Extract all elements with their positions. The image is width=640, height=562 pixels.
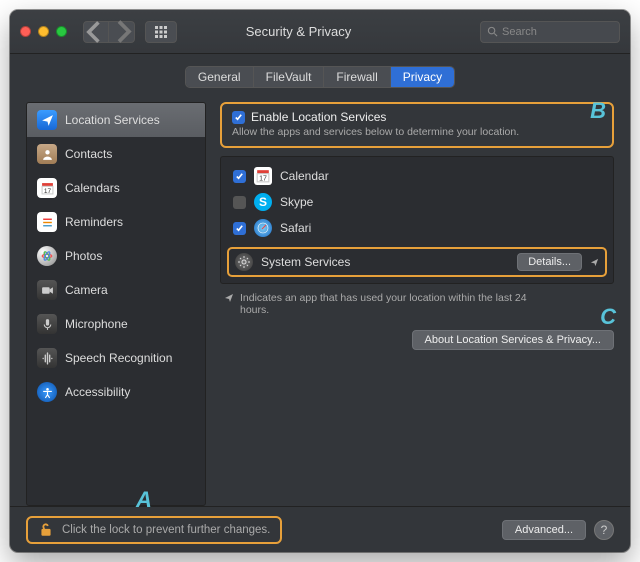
indicator-text: Indicates an app that has used your loca…	[240, 292, 540, 316]
tab-general[interactable]: General	[186, 67, 254, 87]
reminders-icon	[37, 212, 57, 232]
sidebar-item-contacts[interactable]: Contacts	[27, 137, 205, 171]
calendar-app-icon: 17	[254, 167, 272, 185]
tab-firewall[interactable]: Firewall	[324, 67, 390, 87]
sidebar-item-label: Contacts	[65, 147, 112, 161]
back-button[interactable]	[83, 21, 109, 43]
photos-icon	[37, 246, 57, 266]
sidebar-item-label: Speech Recognition	[65, 351, 172, 365]
calendar-icon: 17	[37, 178, 57, 198]
privacy-sidebar: Location Services Contacts 17 Calendars …	[26, 102, 206, 506]
lock-text: Click the lock to prevent further change…	[62, 524, 270, 536]
system-services-label: System Services	[261, 255, 509, 269]
help-button[interactable]: ?	[594, 520, 614, 540]
sidebar-item-location-services[interactable]: Location Services	[27, 103, 205, 137]
lock-icon[interactable]	[38, 522, 54, 538]
tabs: General FileVault Firewall Privacy	[10, 66, 630, 88]
contacts-icon	[37, 144, 57, 164]
speech-icon	[37, 348, 57, 368]
app-checkbox[interactable]	[233, 170, 246, 183]
minimize-window-button[interactable]	[38, 26, 49, 37]
sidebar-item-label: Microphone	[65, 317, 128, 331]
system-services-row: System Services Details...	[227, 247, 607, 277]
bottom-bar: Click the lock to prevent further change…	[10, 506, 630, 552]
sidebar-item-label: Location Services	[65, 113, 160, 127]
app-label: Safari	[280, 221, 311, 235]
close-window-button[interactable]	[20, 26, 31, 37]
search-icon	[487, 26, 498, 37]
app-row-skype: S Skype	[227, 191, 607, 213]
sidebar-item-calendars[interactable]: 17 Calendars	[27, 171, 205, 205]
about-location-button[interactable]: About Location Services & Privacy...	[412, 330, 615, 350]
preferences-window: Security & Privacy Search General FileVa…	[10, 10, 630, 552]
search-field[interactable]: Search	[480, 21, 620, 43]
sidebar-item-microphone[interactable]: Microphone	[27, 307, 205, 341]
safari-icon	[254, 219, 272, 237]
sidebar-item-label: Calendars	[65, 181, 120, 195]
app-label: Skype	[280, 195, 313, 209]
sidebar-item-accessibility[interactable]: Accessibility	[27, 375, 205, 409]
annotation-a: A	[136, 487, 152, 513]
sidebar-item-label: Camera	[65, 283, 108, 297]
annotation-b: B	[590, 98, 606, 124]
zoom-window-button[interactable]	[56, 26, 67, 37]
sidebar-item-label: Reminders	[65, 215, 123, 229]
enable-location-checkbox[interactable]	[232, 111, 245, 124]
sidebar-item-camera[interactable]: Camera	[27, 273, 205, 307]
detail-panel: Enable Location Services Allow the apps …	[220, 102, 614, 506]
app-row-safari: Safari	[227, 217, 607, 239]
location-arrow-icon	[37, 110, 57, 130]
enable-location-label: Enable Location Services	[251, 110, 386, 124]
skype-icon: S	[254, 193, 272, 211]
svg-text:17: 17	[259, 176, 267, 183]
app-checkbox[interactable]	[233, 196, 246, 209]
indicator-note: Indicates an app that has used your loca…	[220, 292, 614, 316]
svg-text:17: 17	[43, 187, 51, 194]
sidebar-item-speech-recognition[interactable]: Speech Recognition	[27, 341, 205, 375]
search-placeholder: Search	[502, 26, 537, 38]
advanced-button[interactable]: Advanced...	[502, 520, 586, 540]
sidebar-item-label: Accessibility	[65, 385, 130, 399]
window-controls	[20, 26, 67, 37]
sidebar-item-photos[interactable]: Photos	[27, 239, 205, 273]
location-indicator-icon	[224, 293, 234, 303]
microphone-icon	[37, 314, 57, 334]
annotation-c: C	[600, 304, 616, 330]
app-row-calendar: 17 Calendar	[227, 165, 607, 187]
lock-box: Click the lock to prevent further change…	[26, 516, 282, 544]
enable-location-box: Enable Location Services Allow the apps …	[220, 102, 614, 148]
location-indicator-icon	[590, 258, 599, 267]
tab-filevault[interactable]: FileVault	[254, 67, 325, 87]
app-checkbox[interactable]	[233, 222, 246, 235]
accessibility-icon	[37, 382, 57, 402]
details-button[interactable]: Details...	[517, 253, 582, 271]
titlebar: Security & Privacy Search	[10, 10, 630, 54]
app-list: 17 Calendar S Skype Safari System Servic…	[220, 156, 614, 284]
sidebar-item-reminders[interactable]: Reminders	[27, 205, 205, 239]
gear-icon	[235, 253, 253, 271]
window-title: Security & Privacy	[127, 24, 470, 39]
camera-icon	[37, 280, 57, 300]
app-label: Calendar	[280, 169, 329, 183]
sidebar-item-label: Photos	[65, 249, 102, 263]
enable-location-subtitle: Allow the apps and services below to det…	[232, 126, 602, 138]
tab-privacy[interactable]: Privacy	[391, 67, 454, 87]
